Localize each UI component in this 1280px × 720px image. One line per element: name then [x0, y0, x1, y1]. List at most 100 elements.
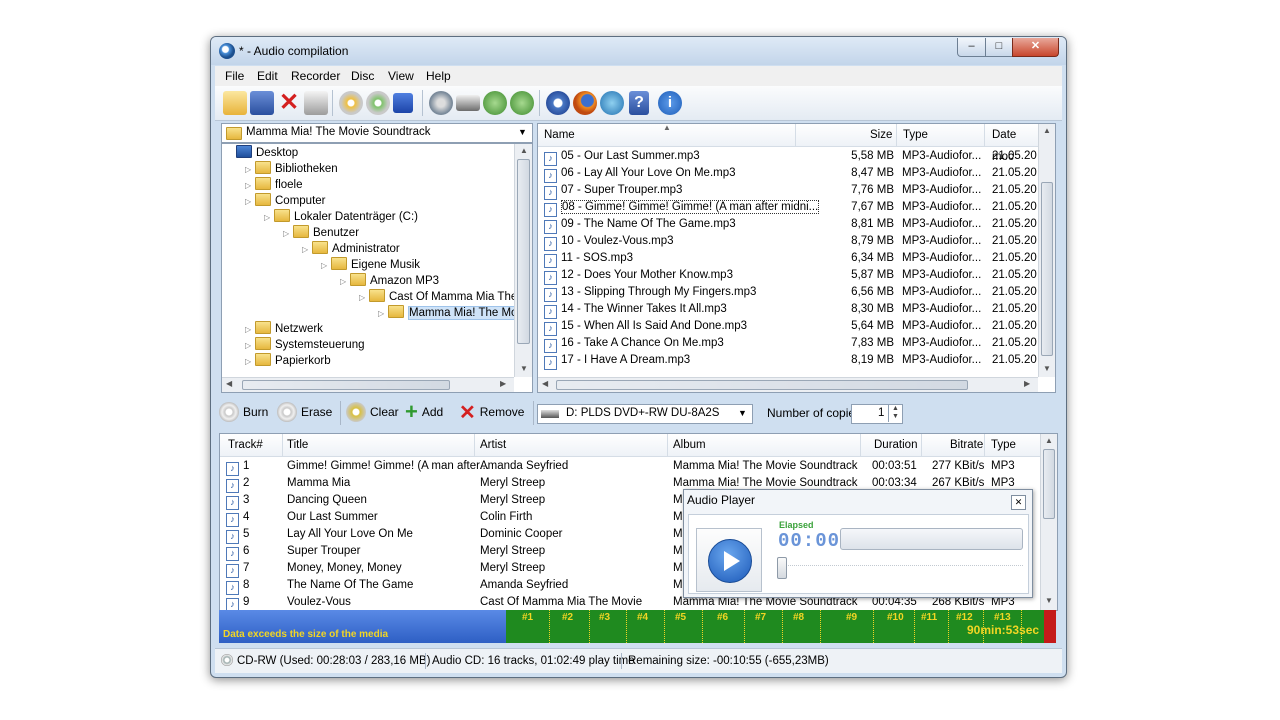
minimize-button[interactable]: – [957, 38, 986, 57]
scroll-up-icon[interactable]: ▲ [1043, 126, 1051, 135]
scroll-right-icon[interactable]: ▶ [1024, 379, 1030, 388]
file-row[interactable]: ♪ 08 - Gimme! Gimme! Gimme! (A man after … [538, 199, 1038, 217]
scroll-left-icon[interactable]: ◀ [542, 379, 548, 388]
help-icon[interactable]: ? [629, 91, 649, 115]
column-title[interactable]: Title [287, 434, 308, 456]
chevron-down-icon[interactable]: ▼ [738, 408, 747, 418]
tree-item[interactable]: ▷ Administrator [224, 241, 514, 257]
file-row[interactable]: ♪ 05 - Our Last Summer.mp3 5,58 MB MP3-Audi… [538, 148, 1038, 166]
save-icon[interactable] [250, 91, 274, 115]
expand-arrow-icon[interactable]: ▷ [378, 306, 388, 322]
blue-square-icon[interactable] [393, 93, 413, 113]
file-scrollbar-horizontal[interactable]: ◀ ▶ [538, 377, 1038, 392]
file-row[interactable]: ♪ 16 - Take A Chance On Me.mp3 7,83 MB MP3-… [538, 335, 1038, 353]
file-row[interactable]: ♪ 06 - Lay All Your Love On Me.mp3 8,47 MB… [538, 165, 1038, 183]
delete-icon[interactable]: ✕ [277, 91, 301, 115]
scroll-left-icon[interactable]: ◀ [226, 379, 232, 388]
settings-gear-icon[interactable] [546, 91, 570, 115]
audio-player-close-button[interactable]: ✕ [1011, 495, 1026, 510]
menu-view[interactable]: View [388, 69, 414, 83]
tree-item[interactable]: Desktop [224, 145, 514, 161]
expand-arrow-icon[interactable]: ▷ [283, 226, 293, 242]
drive-icon[interactable] [456, 95, 480, 111]
expand-arrow-icon[interactable]: ▷ [359, 290, 369, 306]
new-project-icon[interactable] [223, 91, 247, 115]
seek-slider-track[interactable] [779, 565, 1023, 568]
info-icon[interactable]: i [658, 91, 682, 115]
tree-item[interactable]: ▷ floele [224, 177, 514, 193]
spinner-arrows-icon[interactable]: ▲ ▼ [888, 405, 902, 422]
menu-help[interactable]: Help [426, 69, 451, 83]
file-row[interactable]: ♪ 07 - Super Trouper.mp3 7,76 MB MP3-Audiof… [538, 182, 1038, 200]
tree-item[interactable]: ▷ Lokaler Datenträger (C:) [224, 209, 514, 225]
scroll-thumb[interactable] [242, 380, 450, 390]
tree-item[interactable]: ▷ Mamma Mia! The Movie [224, 305, 532, 322]
scroll-up-icon[interactable]: ▲ [1045, 436, 1053, 445]
tree-item[interactable]: ▷ Cast Of Mamma Mia The Mo [224, 289, 532, 306]
burn-button[interactable]: Burn [219, 397, 268, 427]
file-row[interactable]: ♪ 15 - When All Is Said And Done.mp3 5,64 … [538, 318, 1038, 336]
tree-item[interactable]: ▷ Computer [224, 193, 514, 209]
tree-item[interactable]: ▷ Papierkorb [224, 353, 514, 369]
search-globe-icon[interactable] [600, 91, 624, 115]
column-type[interactable]: Type [903, 124, 928, 146]
maximize-button[interactable]: □ [985, 38, 1013, 57]
expand-arrow-icon[interactable]: ▷ [245, 162, 255, 178]
file-row[interactable]: ♪ 17 - I Have A Dream.mp3 8,19 MB MP3-Audio… [538, 352, 1038, 370]
expand-arrow-icon[interactable]: ▷ [245, 178, 255, 194]
expand-arrow-icon[interactable]: ▷ [245, 322, 255, 338]
disc-info-icon[interactable] [429, 91, 453, 115]
file-row[interactable]: ♪ 11 - SOS.mp3 6,34 MB MP3-Audiofor... 21.05… [538, 250, 1038, 268]
chevron-down-icon[interactable]: ▼ [518, 127, 527, 137]
play-button[interactable] [696, 528, 762, 592]
file-row[interactable]: ♪ 09 - The Name Of The Game.mp3 8,81 MB MP3… [538, 216, 1038, 234]
menu-recorder[interactable]: Recorder [291, 69, 340, 83]
scroll-thumb[interactable] [1041, 182, 1053, 356]
scroll-down-icon[interactable]: ▼ [1045, 596, 1053, 605]
expand-arrow-icon[interactable]: ▷ [264, 210, 274, 226]
scroll-right-icon[interactable]: ▶ [500, 379, 506, 388]
expand-arrow-icon[interactable]: ▷ [245, 194, 255, 210]
clear-button[interactable]: Clear [346, 397, 399, 427]
tree-item[interactable]: ▷ Amazon MP3 [224, 273, 514, 289]
tree-item[interactable]: ▷ Systemsteuerung [224, 337, 514, 353]
scroll-down-icon[interactable]: ▼ [520, 364, 528, 373]
folder-combo[interactable]: Mamma Mia! The Movie Soundtrack ▼ [221, 123, 533, 143]
column-bitrate[interactable]: Bitrate [950, 434, 983, 456]
firefox-globe-icon[interactable] [573, 91, 597, 115]
scroll-down-icon[interactable]: ▼ [1043, 364, 1051, 373]
column-size[interactable]: Size [870, 124, 892, 146]
scroll-up-icon[interactable]: ▲ [520, 146, 528, 155]
tree-item[interactable]: ▷ Eigene Musik [224, 257, 514, 273]
file-row[interactable]: ♪ 13 - Slipping Through My Fingers.mp3 6,5… [538, 284, 1038, 302]
track-row[interactable]: ♪ 1 Gimme! Gimme! Gimme! (A man after... Am… [220, 458, 1040, 476]
close-button[interactable]: ✕ [1012, 38, 1059, 57]
file-row[interactable]: ♪ 10 - Voulez-Vous.mp3 8,79 MB MP3-Audiofor… [538, 233, 1038, 251]
menu-file[interactable]: File [225, 69, 244, 83]
expand-arrow-icon[interactable]: ▷ [321, 258, 331, 274]
download-icon[interactable] [483, 91, 507, 115]
expand-arrow-icon[interactable]: ▷ [302, 242, 312, 258]
scroll-thumb[interactable] [517, 159, 530, 344]
menu-edit[interactable]: Edit [257, 69, 278, 83]
tree-item[interactable]: ▷ Netzwerk [224, 321, 514, 337]
add-button[interactable]: + Add [405, 397, 443, 427]
tree-scrollbar-horizontal[interactable]: ◀ ▶ [222, 377, 514, 392]
column-artist[interactable]: Artist [480, 434, 506, 456]
column-duration[interactable]: Duration [874, 434, 917, 456]
seek-slider-handle[interactable] [777, 557, 787, 579]
expand-arrow-icon[interactable]: ▷ [245, 354, 255, 370]
scroll-thumb[interactable] [1043, 449, 1055, 519]
erase-button[interactable]: Erase [277, 397, 332, 427]
column-album[interactable]: Album [673, 434, 706, 456]
file-row[interactable]: ♪ 14 - The Winner Takes It All.mp3 8,30 MB… [538, 301, 1038, 319]
copies-spinner[interactable]: 1 ▲ ▼ [851, 404, 903, 424]
expand-arrow-icon[interactable]: ▷ [245, 338, 255, 354]
column-track[interactable]: Track# [228, 434, 263, 456]
menu-disc[interactable]: Disc [351, 69, 374, 83]
tree-scrollbar-vertical[interactable]: ▲ ▼ [514, 144, 532, 377]
print-icon[interactable] [304, 91, 328, 115]
burn-disc-icon[interactable] [339, 91, 363, 115]
tree-item[interactable]: ▷ Bibliotheken [224, 161, 514, 177]
drive-select[interactable]: D: PLDS DVD+-RW DU-8A2S ▼ [537, 404, 753, 424]
